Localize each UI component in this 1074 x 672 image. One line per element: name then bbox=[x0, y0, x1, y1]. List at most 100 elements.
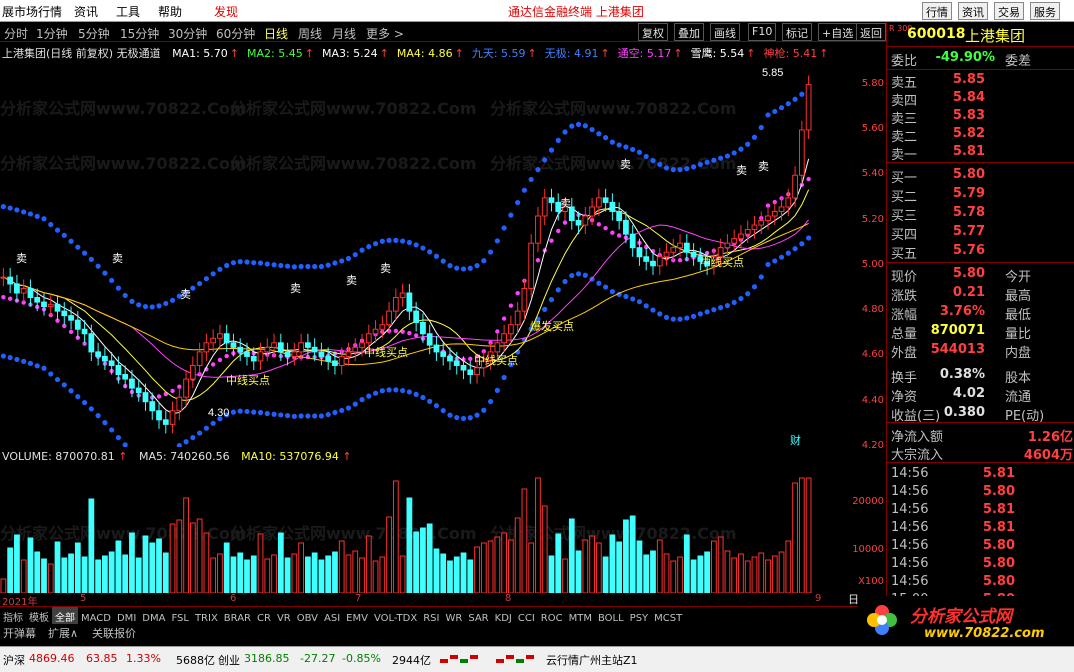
band-dot bbox=[460, 266, 467, 272]
band-dot bbox=[264, 261, 270, 267]
candle bbox=[372, 328, 379, 335]
candle bbox=[264, 346, 271, 353]
candle bbox=[656, 256, 663, 267]
row-label2: 流通 bbox=[1005, 390, 1032, 405]
candlestick-chart[interactable]: 5.854.30卖 卖卖 卖卖卖卖卖卖卖中线买点中线买点中线买点中线买点爆发买点财 bbox=[0, 62, 858, 447]
band-dot bbox=[711, 307, 717, 313]
band-dot bbox=[400, 238, 406, 244]
bid-row[interactable]: 买五 5.76 bbox=[887, 243, 1074, 262]
period-more[interactable]: 更多 > bbox=[366, 25, 404, 42]
menu-market[interactable]: 展市场行情 bbox=[2, 3, 62, 20]
ask-row[interactable]: 卖五 5.85 bbox=[887, 72, 1074, 91]
date-m9: 9 bbox=[815, 593, 822, 604]
volume-bar bbox=[54, 541, 61, 593]
band-dot bbox=[203, 425, 209, 431]
candle bbox=[467, 369, 474, 376]
quote-button[interactable]: 行情 bbox=[922, 2, 952, 20]
band-dot bbox=[616, 233, 622, 238]
bid-row[interactable]: 买四 5.77 bbox=[887, 224, 1074, 243]
period-1min[interactable]: 1分钟 bbox=[36, 25, 68, 42]
period-5min[interactable]: 5分钟 bbox=[78, 25, 110, 42]
stat-row[interactable]: 换手 0.38% 股本 bbox=[887, 367, 1074, 386]
volume-chart[interactable] bbox=[0, 466, 858, 593]
row-label: 卖五 bbox=[891, 76, 918, 91]
volume-bar bbox=[108, 551, 115, 593]
restore-rights-button[interactable]: 复权 bbox=[638, 23, 668, 41]
ask-row[interactable]: 卖四 5.84 bbox=[887, 90, 1074, 109]
period-monthly[interactable]: 月线 bbox=[332, 25, 356, 42]
period-30min[interactable]: 30分钟 bbox=[168, 25, 207, 42]
period-weekly[interactable]: 周线 bbox=[298, 25, 322, 42]
menu-help[interactable]: 帮助 bbox=[158, 3, 182, 20]
band-dot bbox=[623, 144, 629, 150]
legend-item: 雪鹰: 5.54 bbox=[690, 47, 745, 60]
band-dot bbox=[575, 271, 582, 277]
band-dot bbox=[413, 242, 419, 248]
row-label: 卖二 bbox=[891, 130, 918, 145]
stat-row[interactable]: 净资 4.02 流通 bbox=[887, 386, 1074, 405]
flow-row[interactable]: 净流入额 1.26亿 bbox=[887, 426, 1074, 445]
band-dot bbox=[224, 262, 230, 269]
band-dot bbox=[75, 244, 81, 250]
stat-row[interactable]: 涨跌 0.21 最高 bbox=[887, 285, 1074, 304]
news-button[interactable]: 资讯 bbox=[958, 2, 988, 20]
trade-button[interactable]: 交易 bbox=[994, 2, 1024, 20]
related-quote-toggle[interactable]: 关联报价 bbox=[92, 625, 136, 641]
ask-row[interactable]: 卖一 5.81 bbox=[887, 144, 1074, 163]
volume-bar bbox=[210, 557, 217, 593]
ask-row[interactable]: 卖二 5.82 bbox=[887, 126, 1074, 145]
site-logo: 分析家公式网 www.70822.com bbox=[858, 596, 1074, 646]
back-button[interactable]: 返回 bbox=[856, 23, 886, 41]
volume-bar bbox=[467, 559, 474, 593]
bid-row[interactable]: 买二 5.79 bbox=[887, 186, 1074, 205]
band-dot bbox=[508, 303, 514, 308]
stat-row[interactable]: 外盘 544013 内盘 bbox=[887, 342, 1074, 361]
band-dot bbox=[183, 439, 189, 445]
period-timeshare[interactable]: 分时 bbox=[4, 25, 28, 42]
volume-bar bbox=[345, 554, 352, 593]
volume-bar bbox=[447, 560, 453, 593]
sell-signal: 卖 bbox=[112, 252, 123, 265]
menu-tools[interactable]: 工具 bbox=[116, 3, 140, 20]
overlay-button[interactable]: 叠加 bbox=[674, 23, 704, 41]
band-dot bbox=[515, 290, 520, 296]
window-title: 通达信金融终端 上港集团 bbox=[508, 5, 644, 19]
band-dot bbox=[163, 300, 169, 307]
band-dot bbox=[386, 237, 392, 243]
flow-row[interactable]: 大宗流入 4604万 bbox=[887, 444, 1074, 463]
index-cy-label[interactable]: 创业 bbox=[218, 652, 240, 668]
draw-line-button[interactable]: 画线 bbox=[710, 23, 740, 41]
stat-row[interactable]: 现价 5.80 今开 bbox=[887, 266, 1074, 285]
stat-row[interactable]: 涨幅 3.76% 最低 bbox=[887, 304, 1074, 323]
index-sh-label[interactable]: 沪深 bbox=[3, 652, 25, 668]
menu-news[interactable]: 资讯 bbox=[74, 3, 98, 20]
period-60min[interactable]: 60分钟 bbox=[216, 25, 255, 42]
ask-row[interactable]: 卖三 5.83 bbox=[887, 108, 1074, 127]
period-15min[interactable]: 15分钟 bbox=[120, 25, 159, 42]
band-dot bbox=[785, 101, 791, 107]
service-button[interactable]: 服务 bbox=[1030, 2, 1060, 20]
volume-bar bbox=[636, 540, 643, 593]
band-dot bbox=[575, 121, 582, 127]
mark-button[interactable]: 标记 bbox=[782, 23, 812, 41]
expand-toggle[interactable]: 扩展∧ bbox=[48, 625, 78, 641]
band-dot bbox=[731, 150, 737, 156]
bid-row[interactable]: 买一 5.80 bbox=[887, 167, 1074, 186]
band-dot bbox=[440, 258, 446, 264]
candle bbox=[514, 310, 521, 326]
band-dot bbox=[372, 390, 379, 396]
stat-row[interactable]: 收益(三) 0.380 PE(动) bbox=[887, 405, 1074, 424]
stat-row[interactable]: 总量 870071 量比 bbox=[887, 323, 1074, 342]
menu-discover[interactable]: 发现 bbox=[214, 3, 238, 20]
bid-row[interactable]: 买三 5.78 bbox=[887, 205, 1074, 224]
danmaku-toggle[interactable]: 开弹幕 bbox=[3, 625, 36, 641]
f10-button[interactable]: F10 bbox=[748, 23, 777, 41]
band-dot bbox=[454, 265, 460, 271]
add-favorite-button[interactable]: +自选 bbox=[818, 23, 858, 41]
band-dot bbox=[230, 409, 237, 415]
date-m7: 7 bbox=[355, 593, 362, 604]
period-daily[interactable]: 日线 bbox=[264, 25, 288, 42]
candle bbox=[751, 224, 758, 231]
candle bbox=[575, 220, 582, 226]
server-name[interactable]: 云行情广州主站Z1 bbox=[546, 652, 638, 668]
